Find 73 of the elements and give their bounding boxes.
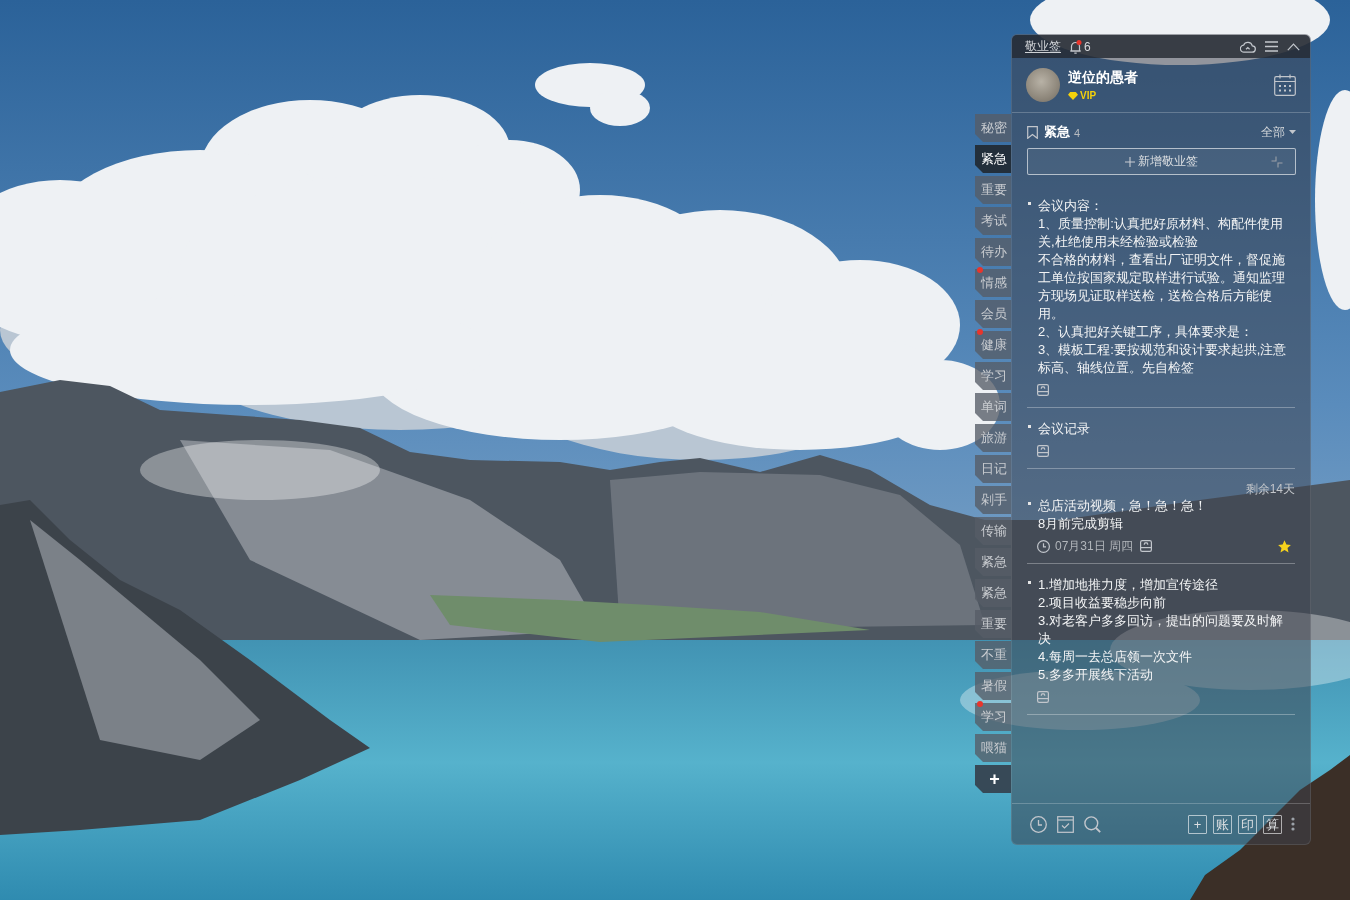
tray-icon[interactable] [1037, 691, 1049, 703]
category-tab[interactable]: 待办 [975, 238, 1011, 266]
bullet-icon [1028, 202, 1031, 205]
tray-icon[interactable] [1037, 384, 1049, 396]
new-note-button[interactable]: 新增敬业签 [1027, 148, 1296, 175]
note-line: 3.对老客户多多回访，提出的问题要及时解决 [1038, 612, 1284, 648]
toolbar-button[interactable]: 账 [1213, 814, 1232, 834]
remaining-days: 剩余14天 [1027, 481, 1295, 497]
category-tab[interactable]: 紧急 [975, 145, 1011, 173]
star-icon[interactable] [1278, 539, 1291, 553]
user-name: 逆位的愚者 [1068, 69, 1138, 87]
category-tab[interactable]: 健康 [975, 331, 1011, 359]
bullet-icon [1028, 581, 1031, 584]
category-tab[interactable]: 传输 [975, 517, 1011, 545]
category-tab[interactable]: 学习 [975, 362, 1011, 390]
category-tab[interactable]: 旅游 [975, 424, 1011, 452]
note-line: 5.多多开展线下活动 [1038, 666, 1154, 684]
more-icon[interactable] [1291, 817, 1295, 831]
clock-icon[interactable] [1030, 815, 1047, 833]
category-tab[interactable]: 不重 [975, 641, 1011, 669]
note-line: 会议记录 [1038, 420, 1091, 438]
note-line: 8月前完成剪辑 [1038, 515, 1125, 533]
category-tab[interactable]: 重要 [975, 610, 1011, 638]
clock-icon [1037, 539, 1050, 553]
category-tab[interactable]: 日记 [975, 455, 1011, 483]
search-icon[interactable] [1084, 815, 1101, 833]
filter-dropdown[interactable]: 全部 [1261, 123, 1296, 141]
category-tab[interactable]: 暑假 [975, 672, 1011, 700]
calendar-icon[interactable] [1274, 74, 1296, 96]
bullet-icon [1028, 425, 1031, 428]
note-line: 2.项目收益要稳步向前 [1038, 594, 1167, 612]
note-line: 总店活动视频，急！急！急！ [1038, 497, 1208, 515]
diamond-icon [1068, 91, 1078, 100]
vip-label: VIP [1080, 90, 1097, 101]
caret-down-icon [1289, 130, 1296, 134]
category-tab[interactable]: 剁手 [975, 486, 1011, 514]
note-date: 07月31日 周四 [1055, 537, 1134, 555]
tray-icon[interactable] [1140, 540, 1153, 552]
note-line: 2、认真把好关键工序，具体要求是： [1038, 323, 1255, 341]
note-line: 1、质量控制:认真把好原材料、构配件使用关,杜绝使用未经检验或检验 [1038, 215, 1284, 251]
cloud-icon[interactable] [1240, 40, 1256, 53]
note-line: 3、模板工程:要按规范和设计要求起拱,注意标高、轴线位置。先自检签 [1038, 341, 1288, 377]
tray-icon[interactable] [1037, 445, 1049, 457]
category-tab[interactable]: 情感 [975, 269, 1011, 297]
bell-icon[interactable] [1069, 39, 1082, 54]
category-tab[interactable]: 秘密 [975, 114, 1011, 142]
app-name-link[interactable]: 敬业签 [1025, 38, 1061, 55]
plus-icon [1125, 156, 1135, 167]
menu-icon[interactable] [1265, 41, 1278, 52]
reminder-count: 6 [1084, 39, 1091, 54]
category-tab[interactable]: 会员 [975, 300, 1011, 328]
category-tab[interactable]: 学习 [975, 703, 1011, 731]
caret-up-icon[interactable] [1287, 42, 1300, 51]
category-tab[interactable]: 喂猫 [975, 734, 1011, 762]
bookmark-icon [1027, 125, 1038, 139]
bullet-icon [1028, 502, 1031, 505]
corner-arrows-icon [1271, 155, 1283, 168]
category-title: 紧急 [1044, 123, 1070, 141]
calendar-check-icon[interactable] [1057, 815, 1074, 833]
note-line: 不合格的材料，查看出厂证明文件，督促施工单位按国家规定取样进行试验。通知监理方现场见证取样送检，送检合格后方能使用。 [1038, 251, 1286, 323]
toolbar-button[interactable]: 算 [1263, 814, 1282, 834]
add-tab-button[interactable]: + [975, 765, 1011, 793]
category-tab[interactable]: 紧急 [975, 548, 1011, 576]
category-tab[interactable]: 考试 [975, 207, 1011, 235]
category-tab[interactable]: 紧急 [975, 579, 1011, 607]
category-tab[interactable]: 重要 [975, 176, 1011, 204]
toolbar-button[interactable]: 印 [1238, 814, 1257, 834]
note-line: 会议内容： [1038, 197, 1104, 215]
note-line: 4.每周一去总店领一次文件 [1038, 648, 1193, 666]
note-count: 4 [1074, 127, 1081, 139]
toolbar-button[interactable]: + [1188, 814, 1207, 834]
category-tab[interactable]: 单词 [975, 393, 1011, 421]
note-line: 1.增加地推力度，增加宣传途径 [1038, 576, 1219, 594]
